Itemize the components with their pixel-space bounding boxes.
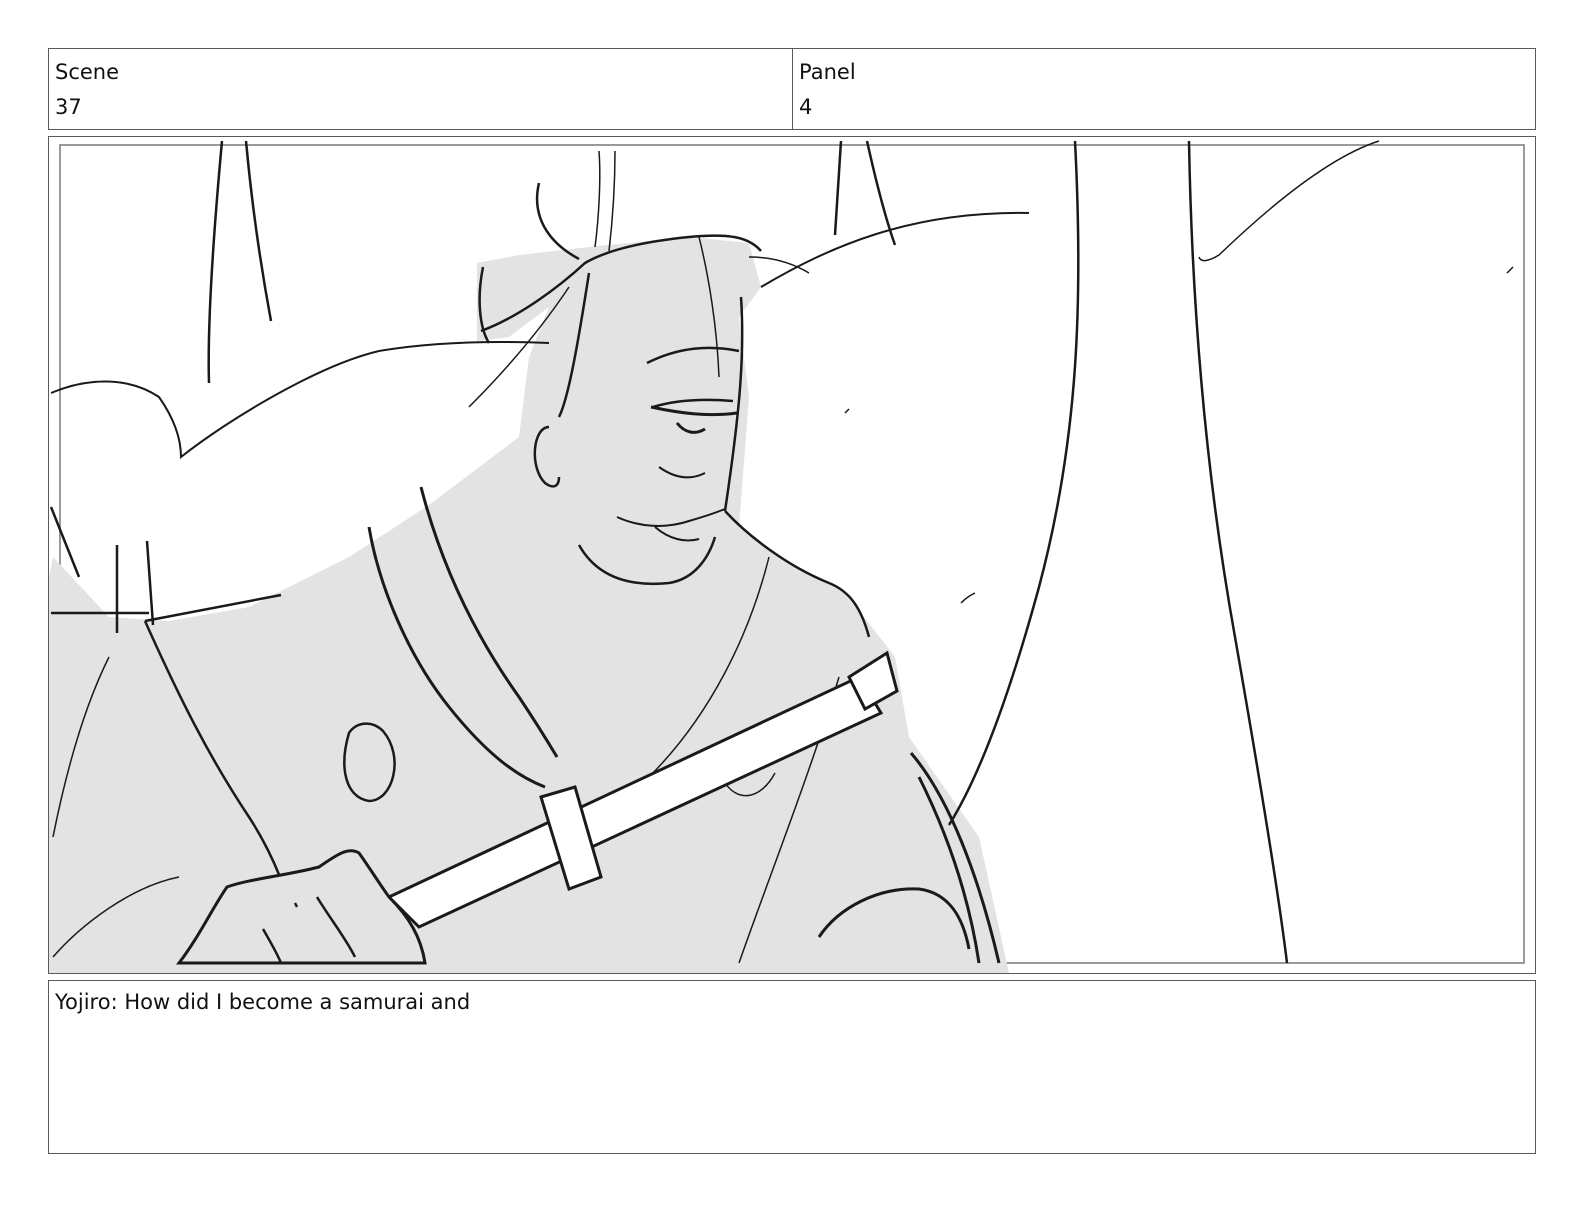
panel-cell: Panel 4	[792, 49, 1535, 129]
dialogue-box: Yojiro: How did I become a samurai and	[48, 980, 1536, 1154]
tree-trunk-right-1	[947, 140, 1080, 826]
scene-label: Scene	[55, 60, 120, 84]
branch-right	[1198, 140, 1514, 274]
scene-number: 37	[55, 95, 82, 119]
fence-post	[49, 506, 155, 633]
dialogue-text: Yojiro: How did I become a samurai and	[55, 990, 471, 1014]
panel-number: 4	[799, 95, 813, 119]
panel-label: Panel	[799, 60, 856, 84]
storyboard-panel	[48, 136, 1536, 974]
stray-marks	[844, 408, 976, 604]
panel-header-table: Scene 37 Panel 4	[48, 48, 1536, 130]
tree-trunk-left	[207, 140, 273, 384]
tree-trunk-center	[833, 140, 897, 246]
tree-trunk-right-2	[1187, 140, 1289, 964]
scene-cell: Scene 37	[49, 49, 792, 129]
storyboard-sketch	[49, 140, 1525, 973]
